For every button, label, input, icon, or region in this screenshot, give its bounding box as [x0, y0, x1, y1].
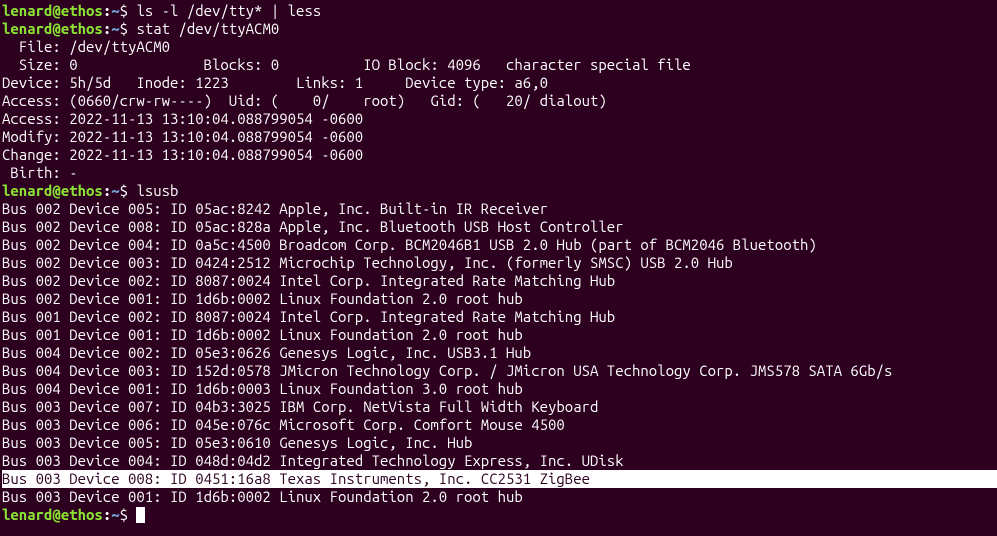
- prompt-colon: :: [103, 2, 111, 19]
- lsusb-output-line: Bus 002 Device 002: ID 8087:0024 Intel C…: [2, 272, 997, 290]
- lsusb-output-line: Bus 001 Device 002: ID 8087:0024 Intel C…: [2, 308, 997, 326]
- stat-output-line: Access: 2022-11-13 13:10:04.088799054 -0…: [2, 110, 997, 128]
- prompt-line-1: lenard@ethos:~$ ls -l /dev/tty* | less: [2, 2, 997, 20]
- lsusb-output-line: Bus 002 Device 003: ID 0424:2512 Microch…: [2, 254, 997, 272]
- prompt-colon: :: [103, 20, 111, 37]
- prompt-user: lenard: [2, 506, 52, 523]
- prompt-colon: :: [103, 182, 111, 199]
- lsusb-output-line: Bus 002 Device 005: ID 05ac:8242 Apple, …: [2, 200, 997, 218]
- stat-output-line: Device: 5h/5d Inode: 1223 Links: 1 Devic…: [2, 74, 997, 92]
- command-3: lsusb: [136, 182, 178, 199]
- stat-output-line: Size: 0 Blocks: 0 IO Block: 4096 charact…: [2, 56, 997, 74]
- lsusb-output-line-highlighted: Bus 003 Device 008: ID 0451:16a8 Texas I…: [2, 470, 997, 488]
- lsusb-output-line: Bus 003 Device 007: ID 04b3:3025 IBM Cor…: [2, 398, 997, 416]
- lsusb-output-line: Bus 004 Device 002: ID 05e3:0626 Genesys…: [2, 344, 997, 362]
- prompt-at: @: [52, 182, 60, 199]
- prompt-dollar: $: [120, 20, 128, 37]
- prompt-line-2: lenard@ethos:~$ stat /dev/ttyACM0: [2, 20, 997, 38]
- prompt-host: ethos: [61, 506, 103, 523]
- prompt-path: ~: [111, 20, 119, 37]
- prompt-dollar: $: [120, 506, 128, 523]
- stat-output-line: Change: 2022-11-13 13:10:04.088799054 -0…: [2, 146, 997, 164]
- prompt-at: @: [52, 2, 60, 19]
- command-2: stat /dev/ttyACM0: [136, 20, 279, 37]
- prompt-user: lenard: [2, 2, 52, 19]
- lsusb-output-line: Bus 003 Device 004: ID 048d:04d2 Integra…: [2, 452, 997, 470]
- command-1: ls -l /dev/tty* | less: [136, 2, 321, 19]
- lsusb-output-line: Bus 003 Device 005: ID 05e3:0610 Genesys…: [2, 434, 997, 452]
- lsusb-output-line: Bus 002 Device 008: ID 05ac:828a Apple, …: [2, 218, 997, 236]
- lsusb-output-line: Bus 004 Device 003: ID 152d:0578 JMicron…: [2, 362, 997, 380]
- prompt-user: lenard: [2, 20, 52, 37]
- stat-output-line: Birth: -: [2, 164, 997, 182]
- cursor-block: [136, 507, 145, 523]
- stat-output-line: Modify: 2022-11-13 13:10:04.088799054 -0…: [2, 128, 997, 146]
- prompt-dollar: $: [120, 182, 128, 199]
- prompt-host: ethos: [61, 20, 103, 37]
- lsusb-output-line: Bus 002 Device 004: ID 0a5c:4500 Broadco…: [2, 236, 997, 254]
- lsusb-output-line: Bus 002 Device 001: ID 1d6b:0002 Linux F…: [2, 290, 997, 308]
- prompt-colon: :: [103, 506, 111, 523]
- prompt-dollar: $: [120, 2, 128, 19]
- terminal-output[interactable]: lenard@ethos:~$ ls -l /dev/tty* | less l…: [2, 2, 997, 524]
- stat-output-line: Access: (0660/crw-rw----) Uid: ( 0/ root…: [2, 92, 997, 110]
- prompt-line-4[interactable]: lenard@ethos:~$: [2, 506, 997, 524]
- prompt-line-3: lenard@ethos:~$ lsusb: [2, 182, 997, 200]
- prompt-at: @: [52, 506, 60, 523]
- lsusb-output-line: Bus 003 Device 001: ID 1d6b:0002 Linux F…: [2, 488, 997, 506]
- lsusb-output-line: Bus 004 Device 001: ID 1d6b:0003 Linux F…: [2, 380, 997, 398]
- stat-output-line: File: /dev/ttyACM0: [2, 38, 997, 56]
- lsusb-output-line: Bus 003 Device 006: ID 045e:076c Microso…: [2, 416, 997, 434]
- prompt-path: ~: [111, 182, 119, 199]
- prompt-at: @: [52, 20, 60, 37]
- lsusb-output-line: Bus 001 Device 001: ID 1d6b:0002 Linux F…: [2, 326, 997, 344]
- prompt-path: ~: [111, 2, 119, 19]
- prompt-host: ethos: [61, 182, 103, 199]
- prompt-host: ethos: [61, 2, 103, 19]
- prompt-user: lenard: [2, 182, 52, 199]
- prompt-path: ~: [111, 506, 119, 523]
